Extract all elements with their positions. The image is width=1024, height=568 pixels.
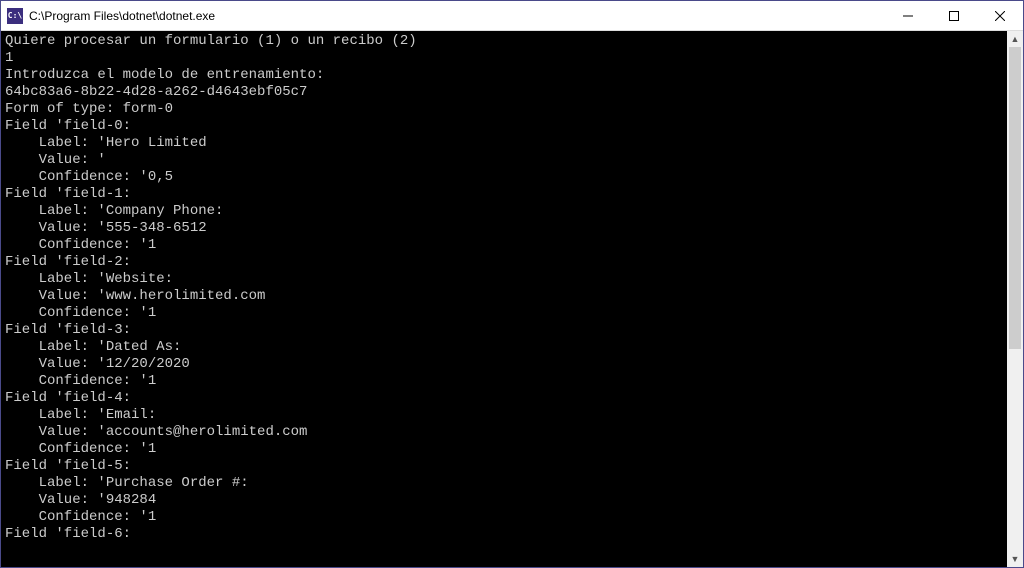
titlebar[interactable]: C:\ C:\Program Files\dotnet\dotnet.exe [1,1,1023,31]
window-title: C:\Program Files\dotnet\dotnet.exe [29,9,885,23]
terminal-output[interactable]: Quiere procesar un formulario (1) o un r… [1,31,1007,567]
scroll-up-arrow[interactable]: ▲ [1007,31,1023,47]
console-window: C:\ C:\Program Files\dotnet\dotnet.exe Q… [0,0,1024,568]
minimize-button[interactable] [885,1,931,30]
app-icon: C:\ [7,8,23,24]
scroll-down-arrow[interactable]: ▼ [1007,551,1023,567]
content-area: Quiere procesar un formulario (1) o un r… [1,31,1023,567]
scroll-track[interactable] [1007,47,1023,551]
scroll-thumb[interactable] [1009,47,1021,349]
window-controls [885,1,1023,30]
vertical-scrollbar[interactable]: ▲ ▼ [1007,31,1023,567]
maximize-button[interactable] [931,1,977,30]
close-button[interactable] [977,1,1023,30]
